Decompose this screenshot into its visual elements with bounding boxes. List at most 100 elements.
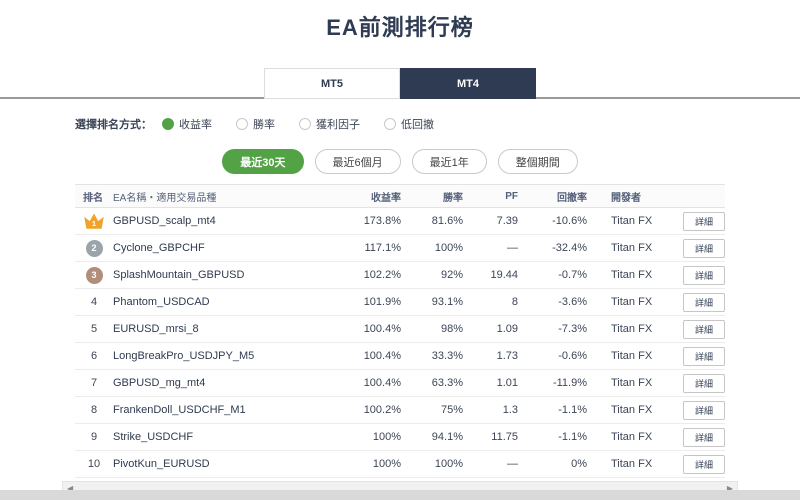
platform-tabs: MT5 MT4 bbox=[0, 68, 800, 99]
pf-value: 11.75 bbox=[463, 423, 518, 451]
rank-cell: 8 bbox=[75, 396, 113, 424]
table-row: 3 SplashMountain_GBPUSD 102.2% 92% 19.44… bbox=[75, 261, 725, 289]
return-value: 101.9% bbox=[341, 288, 401, 316]
header-rank: 排名 bbox=[75, 184, 113, 208]
drawdown-value: -7.3% bbox=[518, 315, 587, 343]
drawdown-value: -1.1% bbox=[518, 396, 587, 424]
radio-icon bbox=[236, 118, 248, 130]
radio-label: 低回撤 bbox=[401, 119, 434, 131]
drawdown-value: 0% bbox=[518, 450, 587, 478]
drawdown-value: -1.1% bbox=[518, 423, 587, 451]
radio-win-rate[interactable]: 勝率 bbox=[236, 116, 275, 132]
rank-number: 6 bbox=[90, 350, 98, 362]
tab-mt5[interactable]: MT5 bbox=[264, 68, 400, 99]
developer-name: Titan FX bbox=[587, 288, 665, 316]
rank-cell: 9 bbox=[75, 423, 113, 451]
header-developer: 開發者 bbox=[587, 184, 665, 208]
radio-icon bbox=[384, 118, 396, 130]
rank-number: 9 bbox=[90, 431, 98, 443]
winrate-value: 100% bbox=[401, 234, 463, 262]
period-1year-button[interactable]: 最近1年 bbox=[411, 149, 487, 174]
rank-number: 5 bbox=[90, 323, 98, 335]
developer-name: Titan FX bbox=[587, 396, 665, 424]
radio-profit-factor[interactable]: 獲利因子 bbox=[299, 116, 360, 132]
drawdown-value: -11.9% bbox=[518, 369, 587, 397]
table-row: 9 Strike_USDCHF 100% 94.1% 11.75 -1.1% T… bbox=[75, 423, 725, 451]
table-row: 7 GBPUSD_mg_mt4 100.4% 63.3% 1.01 -11.9%… bbox=[75, 369, 725, 397]
pf-value: 8 bbox=[463, 288, 518, 316]
tab-mt4[interactable]: MT4 bbox=[400, 68, 536, 99]
radio-icon bbox=[162, 118, 174, 130]
ea-name: FrankenDoll_USDCHF_M1 bbox=[113, 396, 341, 424]
pf-value: — bbox=[463, 234, 518, 262]
detail-button[interactable]: 詳細 bbox=[683, 427, 725, 447]
period-30days-button[interactable]: 最近30天 bbox=[222, 149, 304, 174]
rank-method-selector: 選擇排名方式： 收益率 勝率 獲利因子 低回撤 bbox=[75, 116, 725, 132]
developer-name: Titan FX bbox=[587, 423, 665, 451]
developer-name: Titan FX bbox=[587, 261, 665, 289]
header-ea-name: EA名稱・適用交易品種 bbox=[113, 184, 341, 208]
rank-badge: 3 bbox=[85, 266, 103, 284]
table-row: 4 Phantom_USDCAD 101.9% 93.1% 8 -3.6% Ti… bbox=[75, 288, 725, 316]
radio-low-drawdown[interactable]: 低回撤 bbox=[384, 116, 434, 132]
detail-button[interactable]: 詳細 bbox=[683, 346, 725, 366]
detail-button[interactable]: 詳細 bbox=[683, 238, 725, 258]
header-pf: PF bbox=[463, 184, 518, 208]
pf-value: 1.01 bbox=[463, 369, 518, 397]
period-all-button[interactable]: 整個期間 bbox=[497, 149, 578, 174]
rank-cell: 3 bbox=[75, 261, 113, 289]
pf-value: 19.44 bbox=[463, 261, 518, 289]
ea-name: SplashMountain_GBPUSD bbox=[113, 261, 341, 289]
header-actions bbox=[665, 184, 725, 208]
ea-name: GBPUSD_mg_mt4 bbox=[113, 369, 341, 397]
table-header-row: 排名 EA名稱・適用交易品種 收益率 勝率 PF 回撤率 開發者 bbox=[75, 184, 725, 208]
detail-button[interactable]: 詳細 bbox=[683, 292, 725, 312]
drawdown-value: -32.4% bbox=[518, 234, 587, 262]
return-value: 100% bbox=[341, 450, 401, 478]
detail-button[interactable]: 詳細 bbox=[683, 454, 725, 474]
detail-button[interactable]: 詳細 bbox=[683, 400, 725, 420]
rank-cell: 1 bbox=[75, 207, 113, 235]
winrate-value: 75% bbox=[401, 396, 463, 424]
rank-cell: 5 bbox=[75, 315, 113, 343]
pf-value: 1.73 bbox=[463, 342, 518, 370]
winrate-value: 63.3% bbox=[401, 369, 463, 397]
detail-button[interactable]: 詳細 bbox=[683, 211, 725, 231]
winrate-value: 33.3% bbox=[401, 342, 463, 370]
radio-return-rate[interactable]: 收益率 bbox=[162, 116, 212, 132]
table-row: 6 LongBreakPro_USDJPY_M5 100.4% 33.3% 1.… bbox=[75, 342, 725, 370]
detail-button[interactable]: 詳細 bbox=[683, 265, 725, 285]
developer-name: Titan FX bbox=[587, 342, 665, 370]
developer-name: Titan FX bbox=[587, 369, 665, 397]
rank-number: 8 bbox=[90, 404, 98, 416]
winrate-value: 100% bbox=[401, 450, 463, 478]
detail-button[interactable]: 詳細 bbox=[683, 373, 725, 393]
table-row: 2 Cyclone_GBPCHF 117.1% 100% — -32.4% Ti… bbox=[75, 234, 725, 262]
detail-button[interactable]: 詳細 bbox=[683, 319, 725, 339]
return-value: 100.2% bbox=[341, 396, 401, 424]
winrate-value: 93.1% bbox=[401, 288, 463, 316]
rank-number: 4 bbox=[90, 296, 98, 308]
rank-number: 7 bbox=[90, 377, 98, 389]
table-row: 8 FrankenDoll_USDCHF_M1 100.2% 75% 1.3 -… bbox=[75, 396, 725, 424]
rank-number: 10 bbox=[87, 458, 101, 470]
radio-label: 獲利因子 bbox=[316, 119, 360, 131]
return-value: 100.4% bbox=[341, 315, 401, 343]
ea-name: PivotKun_EURUSD bbox=[113, 450, 341, 478]
rank-cell: 10 bbox=[75, 450, 113, 478]
winrate-value: 92% bbox=[401, 261, 463, 289]
pf-value: 1.09 bbox=[463, 315, 518, 343]
period-6months-button[interactable]: 最近6個月 bbox=[314, 149, 401, 174]
radio-label: 勝率 bbox=[253, 119, 275, 131]
developer-name: Titan FX bbox=[587, 450, 665, 478]
return-value: 117.1% bbox=[341, 234, 401, 262]
winrate-value: 98% bbox=[401, 315, 463, 343]
ea-name: LongBreakPro_USDJPY_M5 bbox=[113, 342, 341, 370]
header-drawdown: 回撤率 bbox=[518, 184, 587, 208]
pf-value: 1.3 bbox=[463, 396, 518, 424]
footer-band bbox=[0, 490, 800, 500]
winrate-value: 94.1% bbox=[401, 423, 463, 451]
table-body: 1 GBPUSD_scalp_mt4 173.8% 81.6% 7.39 -10… bbox=[75, 207, 725, 478]
developer-name: Titan FX bbox=[587, 234, 665, 262]
developer-name: Titan FX bbox=[587, 207, 665, 235]
